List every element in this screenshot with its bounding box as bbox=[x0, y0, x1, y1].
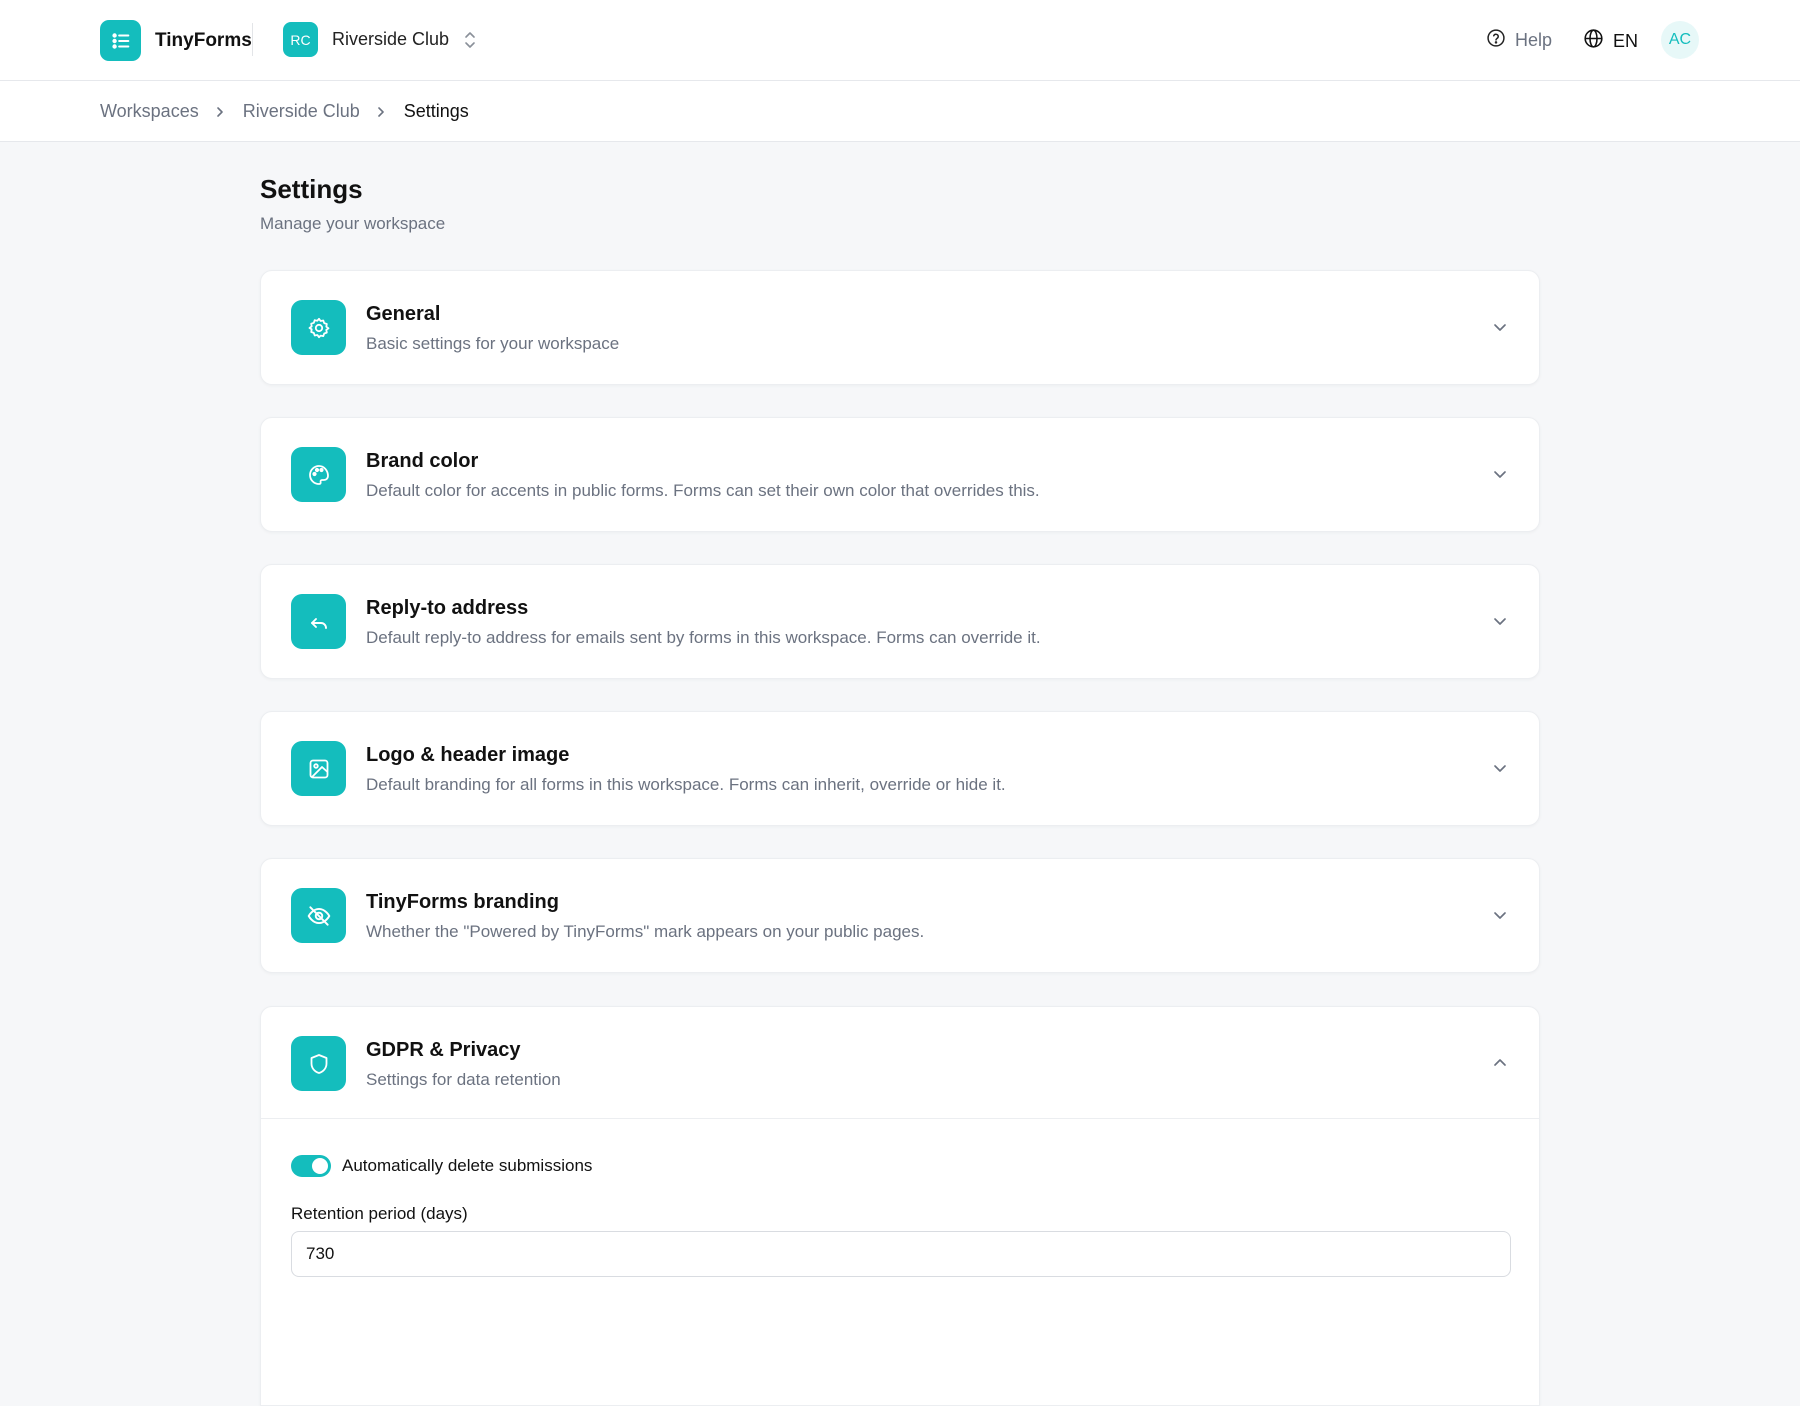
top-bar: TinyForms RC Riverside Club Help EN AC bbox=[0, 0, 1800, 81]
section-title: Logo & header image bbox=[366, 744, 570, 766]
section-description: Settings for data retention bbox=[366, 1070, 561, 1089]
section-reply-to: Reply-to address Default reply-to addres… bbox=[260, 564, 1540, 679]
section-title: TinyForms branding bbox=[366, 891, 559, 913]
retention-period-label: Retention period (days) bbox=[291, 1204, 468, 1223]
section-gdpr-privacy: GDPR & Privacy Settings for data retenti… bbox=[260, 1006, 1540, 1406]
list-icon bbox=[100, 20, 141, 61]
section-logo-header-header[interactable]: Logo & header image Default branding for… bbox=[261, 712, 1539, 827]
section-description: Default color for accents in public form… bbox=[366, 481, 1040, 500]
section-description: Default reply-to address for emails sent… bbox=[366, 628, 1041, 647]
section-title: Brand color bbox=[366, 450, 479, 472]
chevron-down-icon[interactable] bbox=[1491, 465, 1509, 483]
section-title: Reply-to address bbox=[366, 597, 529, 619]
chevron-down-icon[interactable] bbox=[1491, 318, 1509, 336]
app-logo[interactable]: TinyForms bbox=[100, 20, 252, 61]
reply-icon bbox=[291, 594, 346, 649]
app-name: TinyForms bbox=[155, 29, 252, 51]
image-icon bbox=[291, 741, 346, 796]
section-description: Default branding for all forms in this w… bbox=[366, 775, 1006, 794]
breadcrumb-bar: Workspaces Riverside Club Settings bbox=[0, 81, 1800, 142]
chevron-right-icon bbox=[215, 105, 225, 119]
chevron-right-icon bbox=[376, 105, 386, 119]
section-brand-color-header[interactable]: Brand color Default color for accents in… bbox=[261, 418, 1539, 533]
gear-icon bbox=[291, 300, 346, 355]
chevron-down-icon[interactable] bbox=[1491, 759, 1509, 777]
section-reply-to-header[interactable]: Reply-to address Default reply-to addres… bbox=[261, 565, 1539, 680]
chevron-up-icon[interactable] bbox=[1491, 1054, 1509, 1072]
workspace-switcher[interactable]: RC Riverside Club bbox=[283, 22, 477, 57]
page-title: Settings bbox=[260, 174, 363, 204]
shield-icon bbox=[291, 1036, 346, 1091]
section-title: General bbox=[366, 303, 441, 325]
section-description: Whether the "Powered by TinyForms" mark … bbox=[366, 922, 925, 941]
help-label: Help bbox=[1515, 30, 1553, 50]
chevron-up-down-icon bbox=[463, 30, 477, 50]
retention-period-input[interactable] bbox=[291, 1231, 1511, 1277]
chevron-down-icon[interactable] bbox=[1491, 612, 1509, 630]
breadcrumb: Workspaces Riverside Club Settings bbox=[100, 101, 469, 122]
section-description: Basic settings for your workspace bbox=[366, 334, 620, 353]
avatar[interactable]: AC bbox=[1661, 21, 1699, 59]
breadcrumb-workspace[interactable]: Riverside Club bbox=[243, 101, 360, 122]
section-logo-header: Logo & header image Default branding for… bbox=[260, 711, 1540, 826]
breadcrumb-current: Settings bbox=[403, 101, 469, 121]
globe-icon bbox=[1583, 28, 1604, 54]
section-gdpr-privacy-header[interactable]: GDPR & Privacy Settings for data retenti… bbox=[261, 1007, 1539, 1119]
divider bbox=[252, 23, 253, 56]
section-general-header[interactable]: General Basic settings for your workspac… bbox=[261, 271, 1539, 386]
language-selector[interactable]: EN bbox=[1583, 28, 1638, 54]
palette-icon bbox=[291, 447, 346, 502]
page-subtitle: Manage your workspace bbox=[260, 214, 446, 233]
eye-off-icon bbox=[291, 888, 346, 943]
workspace-badge: RC bbox=[283, 22, 318, 57]
auto-delete-label: Automatically delete submissions bbox=[342, 1156, 593, 1175]
section-general: General Basic settings for your workspac… bbox=[260, 270, 1540, 385]
section-tinyforms-branding: TinyForms branding Whether the "Powered … bbox=[260, 858, 1540, 973]
section-tinyforms-branding-header[interactable]: TinyForms branding Whether the "Powered … bbox=[261, 859, 1539, 974]
breadcrumb-workspaces[interactable]: Workspaces bbox=[100, 101, 199, 122]
help-link[interactable]: Help bbox=[1486, 28, 1552, 53]
help-circle-icon bbox=[1486, 28, 1506, 53]
language-code: EN bbox=[1613, 30, 1639, 51]
auto-delete-row: Automatically delete submissions bbox=[291, 1155, 592, 1177]
workspace-name: Riverside Club bbox=[332, 29, 450, 49]
chevron-down-icon[interactable] bbox=[1491, 906, 1509, 924]
auto-delete-toggle[interactable] bbox=[291, 1155, 331, 1177]
section-title: GDPR & Privacy bbox=[366, 1039, 521, 1061]
section-brand-color: Brand color Default color for accents in… bbox=[260, 417, 1540, 532]
